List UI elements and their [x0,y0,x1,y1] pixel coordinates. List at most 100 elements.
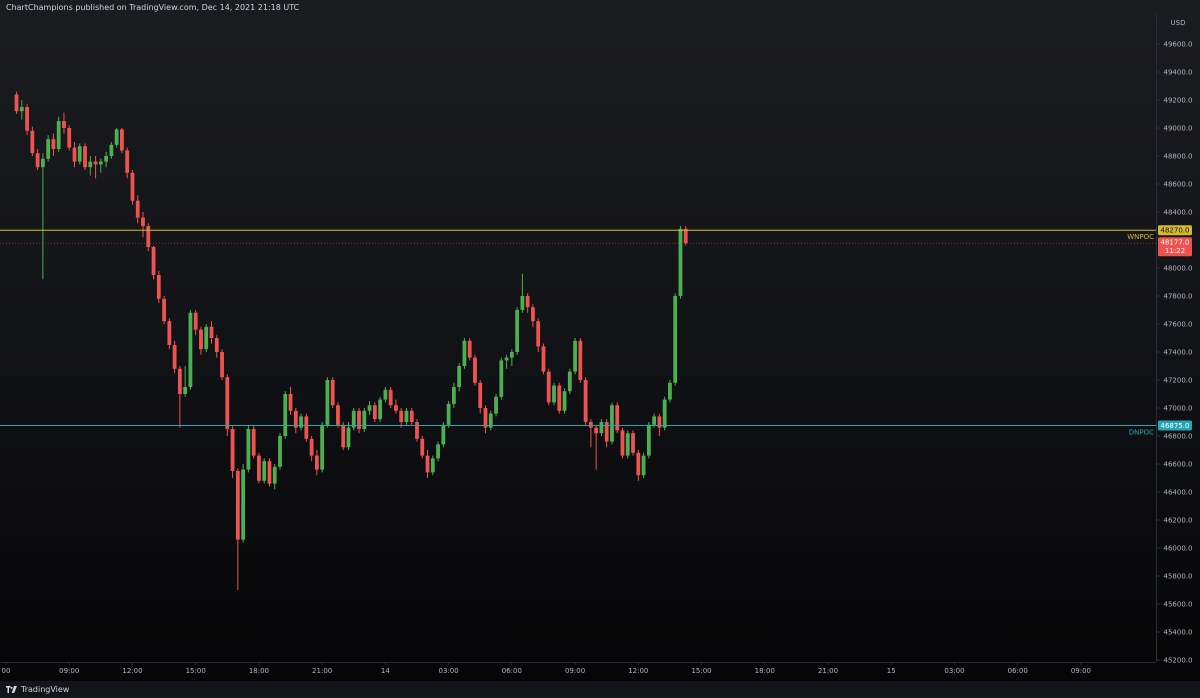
candle-body [214,338,219,352]
candle [146,223,151,252]
candles-layer [14,91,688,590]
tradingview-logo-icon [6,686,17,693]
candle-body [415,422,419,439]
level-lines-layer: WNPOC DNPOC [0,229,1156,437]
candle [594,424,599,470]
candle-body [167,321,172,345]
time-tick-label: 09:00 [59,667,79,675]
candle [35,149,40,170]
price-axis: 45200.0 45400.0 45600.0 45800.0 46000.0 46200… [1157,41,1192,665]
candle-body [177,368,182,394]
level-line-name-dnpoc: DNPOC [1129,429,1154,437]
candle-body [573,340,577,372]
candle-body [114,129,119,145]
candle-body [25,107,29,131]
price-tick-label: 48800.0 [1164,153,1193,161]
candle-body [531,307,535,322]
candle [615,402,620,434]
candle [88,156,93,176]
candlestick-chart[interactable]: WNPOC DNPOC USD 45200.0 45400.0 45600.0 4580… [0,0,1200,681]
level-price-tag-label: 48270.0 [1161,227,1190,235]
candle [525,293,530,313]
candle [288,387,293,415]
candle [314,450,319,476]
candle-body [62,121,66,128]
candle-body [509,352,514,358]
candle [404,408,409,425]
candle [172,340,177,373]
candle-body [615,405,620,431]
candle-body [235,471,240,540]
candle [409,408,414,425]
candle [488,410,493,431]
candle-body [230,429,235,471]
candle-body [93,161,98,165]
candle-body [515,310,520,352]
time-tick-label: 15:00 [691,667,711,675]
candle-body [278,436,282,467]
candle-body [151,247,156,275]
time-tick-label: 03:00 [944,667,964,675]
candle [372,402,377,422]
candle-body [304,416,309,439]
candle-body [83,146,87,168]
candle [378,396,383,422]
candle [341,422,346,450]
currency-label: USD [1171,19,1186,27]
candle-body [130,172,135,201]
candle [162,296,166,324]
time-tick-label: 15:00 [186,667,206,675]
candle [631,430,635,456]
candle-body [172,345,177,369]
tradingview-brand[interactable]: TradingView [6,685,69,694]
candle-body [562,391,567,411]
candle [309,436,314,462]
candle [646,422,651,459]
candle [141,212,145,238]
candle-body [246,429,251,470]
candle [51,133,56,156]
candle [46,135,51,162]
candle-body [146,226,151,247]
candle [183,366,188,397]
candle-body [77,146,82,162]
candle [251,426,256,459]
candle [246,424,251,473]
time-tick-label: 14 [381,667,390,675]
candle-body [378,399,383,420]
candle-body [193,312,198,330]
candle [494,394,498,417]
candle-body [394,405,398,411]
candle [483,405,488,434]
candle [567,368,572,394]
candle-body [546,371,551,403]
level-line-name-wnpoc: WNPOC [1127,233,1154,241]
candle [67,125,72,151]
candle-body [320,424,325,470]
time-tick-label: 12:00 [122,667,142,675]
candle-body [314,455,319,470]
candle [362,408,367,432]
time-tick-label: 09:00 [1071,667,1091,675]
candle [62,112,66,134]
chart-window: ChartChampions published on TradingView.… [0,0,1200,698]
time-tick-label: 06:00 [1008,667,1028,675]
price-tick-label: 46400.0 [1164,489,1193,497]
price-tick-label: 47400.0 [1164,349,1193,357]
candle-body [357,410,361,429]
candle-body [267,461,272,484]
footer-bar: TradingView [0,681,1200,698]
candle [562,388,567,414]
candle [357,408,361,434]
candle [167,318,172,350]
candle-body [668,382,672,400]
price-tick-label: 45200.0 [1164,657,1193,665]
candle-body [557,385,562,411]
candle-body [504,357,509,361]
candle [509,349,514,366]
candle-body [14,94,19,112]
candle [399,408,404,428]
candle [114,128,119,148]
price-tick-label: 49600.0 [1164,41,1193,49]
candle [177,366,182,428]
